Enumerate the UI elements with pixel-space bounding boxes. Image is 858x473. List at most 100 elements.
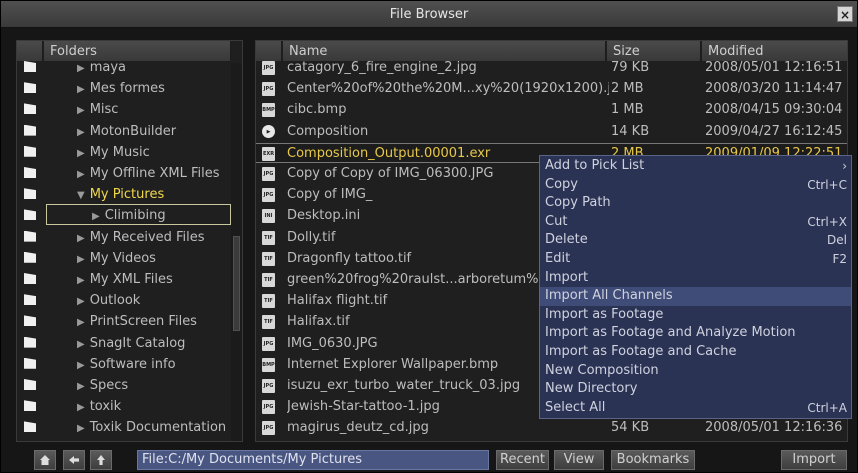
menu-item[interactable]: Import as Footage and Analyze Motion [540,324,851,343]
menu-item[interactable]: Add to Pick List › [540,157,851,176]
back-arrow-icon [69,456,79,464]
folder-item[interactable]: ▶ My Received Files [17,227,242,248]
up-arrow-icon [97,455,105,465]
collapsed-triangle-icon[interactable]: ▶ [77,84,85,95]
window-title: File Browser [389,7,469,22]
folder-name: toxik [89,399,122,415]
collapsed-triangle-icon[interactable]: ▶ [77,254,85,265]
file-row[interactable]: JPG magirus_deutz_cd.jpg 54 KB 2008/05/01 1… [256,418,847,438]
folder-item[interactable]: ▶ Outlook [17,290,242,311]
folder-item[interactable]: ▶ Mes formes [17,78,242,99]
folder-icon [24,230,36,242]
folder-item[interactable]: ▶ PrintScreen Files [17,311,242,332]
folder-item[interactable]: ▶ maya [17,57,242,78]
menu-item[interactable]: Import as Footage and Cache [540,343,851,362]
menu-item-label: Import All Channels [545,288,673,304]
folder-name: My Received Files [89,229,205,245]
menu-item[interactable]: Copy Path [540,194,851,213]
bookmarks-button[interactable]: Bookmarks [611,450,695,470]
collapsed-triangle-icon[interactable]: ▶ [77,296,85,307]
bmp-file-icon: BMP [262,357,275,372]
file-name: catagory_6_fire_engine_2.jpg [287,60,477,75]
menu-item[interactable]: Select All Ctrl+A [540,399,851,418]
menu-item[interactable]: Delete Del [540,231,851,250]
tif-file-icon: TIF [262,294,275,309]
folder-item[interactable]: ▼ My Pictures [17,184,242,205]
menu-item[interactable]: Import as Footage [540,306,851,325]
menu-item-label: Edit [545,251,571,266]
collapsed-triangle-icon[interactable]: ▶ [77,63,85,74]
menu-item[interactable]: Edit F2 [540,250,851,269]
jpg-file-icon: JPG [262,421,275,436]
menu-item-label: Copy [545,176,578,192]
folder-item[interactable]: ▶ toxik [17,396,242,417]
collapsed-triangle-icon[interactable]: ▶ [77,127,85,138]
collapsed-triangle-icon[interactable]: ▶ [77,233,85,244]
file-row[interactable]: BMP cibc.bmp 1 MB 2008/04/15 09:30:04 [256,100,847,120]
recent-button[interactable]: Recent [496,450,549,470]
collapsed-triangle-icon[interactable]: ▶ [77,317,85,328]
folder-name: My XML Files [89,272,173,287]
folder-item[interactable]: ▶ Toxik Documentation [17,417,242,439]
folder-icon [24,400,36,412]
menu-item[interactable]: New Directory [540,380,851,399]
folder-item[interactable]: ▶ My XML Files [17,269,242,290]
folder-icon [24,209,36,221]
folder-name: My Music [89,144,150,160]
menu-item[interactable]: Copy Ctrl+C [540,176,851,195]
menu-item-label: Cut [545,213,568,229]
folder-label: ▶ Toxik Documentation [77,417,226,439]
menu-item-label: Import as Footage and Analyze Motion [545,325,796,341]
menu-item[interactable]: Cut Ctrl+X [540,213,851,232]
collapsed-triangle-icon[interactable]: ▶ [77,339,85,350]
folder-item[interactable]: ▶ Misc [17,99,242,121]
menu-item-shortcut: › [842,159,847,173]
folder-scrollbar-thumb[interactable] [233,236,240,331]
close-button[interactable]: × [837,6,853,22]
file-row[interactable]: JPG Center%20of%20the%20M...xy%20(1920x12… [256,79,847,99]
up-button[interactable] [90,450,112,470]
expanded-triangle-icon[interactable]: ▼ [77,190,85,201]
menu-item[interactable]: Import All Channels [540,287,851,306]
folder-tree[interactable]: Folders ▶ maya ▶ Mes formes ▶ Misc ▶ MotonBuild… [16,40,243,442]
folder-item[interactable]: ▶ Specs [17,375,242,396]
collapsed-triangle-icon[interactable]: ▶ [77,275,85,286]
bmp-file-icon: BMP [262,103,275,118]
view-button[interactable]: View [554,450,604,470]
menu-item[interactable]: New Composition [540,362,851,381]
folder-item[interactable]: ▶ Software info [17,354,242,375]
path-field[interactable]: File:C:/My Documents/My Pictures [137,450,489,470]
collapsed-triangle-icon[interactable]: ▶ [77,169,85,180]
folder-name: MotonBuilder [89,123,177,139]
file-row[interactable]: ▶ Composition 14 KB 2009/04/27 16:12:45 [256,122,847,142]
collapsed-triangle-icon[interactable]: ▶ [77,105,85,116]
collapsed-triangle-icon[interactable]: ▶ [77,148,85,159]
file-size: 54 KB [611,420,650,436]
tif-file-icon: TIF [262,315,275,330]
folder-item[interactable]: ▶ MotonBuilder [17,121,242,142]
menu-item-label: Select All [545,399,606,415]
home-button[interactable] [34,450,56,470]
folder-label: ▶ Misc [77,99,118,121]
folder-icon [24,188,36,200]
back-button[interactable] [63,450,85,470]
folder-name: SnagIt Catalog [89,335,186,351]
collapsed-triangle-icon[interactable]: ▶ [77,402,85,413]
folder-item[interactable]: ▶ My Videos [17,248,242,269]
folder-item[interactable]: ▶ My Offline XML Files [17,163,242,185]
folder-item[interactable]: ▶ SnagIt Catalog [17,333,242,354]
file-size: 2 MB [611,81,644,97]
tif-file-icon: TIF [262,273,275,287]
collapsed-triangle-icon[interactable]: ▶ [77,360,85,371]
collapsed-triangle-icon[interactable]: ▶ [77,381,85,392]
file-row[interactable]: JPG catagory_6_fire_engine_2.jpg 79 KB 2008… [256,58,847,78]
folder-label: ▶ My Offline XML Files [77,163,220,185]
folder-icon [24,145,36,157]
folder-icon [24,103,36,115]
title-bar[interactable]: File Browser × [1,1,857,28]
collapsed-triangle-icon[interactable]: ▶ [77,423,85,434]
import-button[interactable]: Import [781,450,847,470]
folder-item[interactable]: ▶ My Music [17,142,242,163]
folder-icon [24,251,36,263]
menu-item[interactable]: Import [540,269,851,288]
